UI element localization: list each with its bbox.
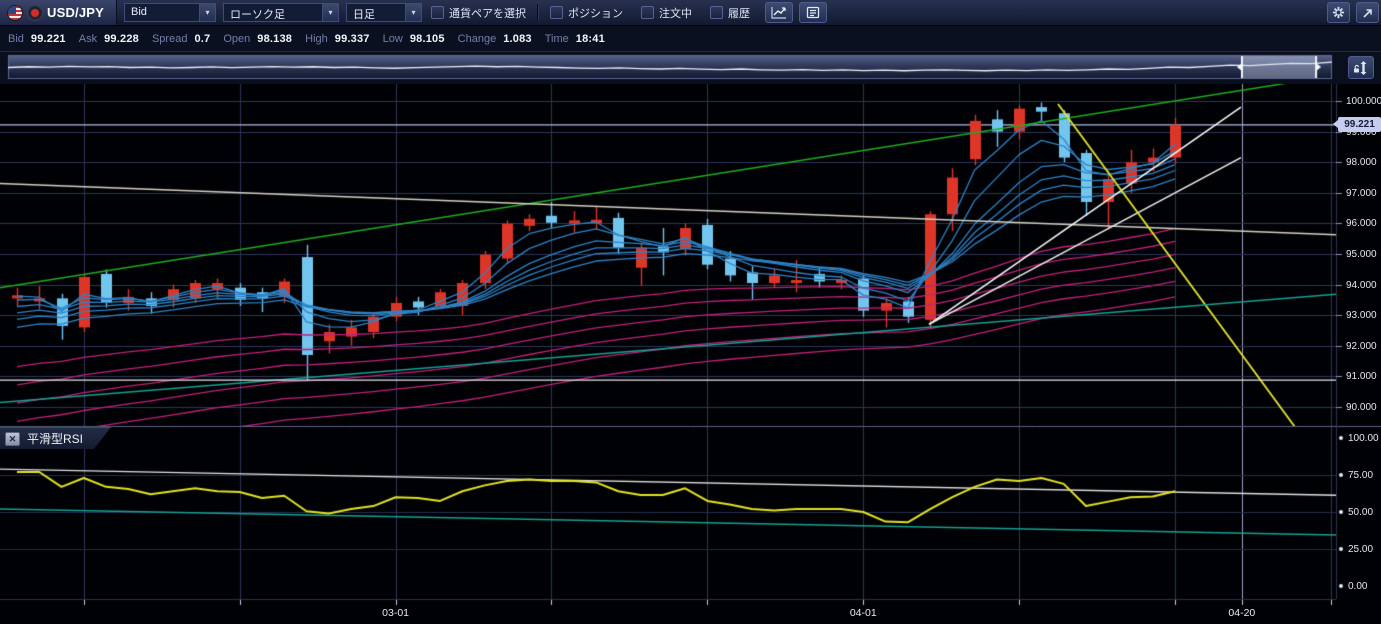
top-chrome: USD/JPY Bid ▾ ローソク足 ▾ 日足 ▾ 通貨ペアを選択 ポジション…	[0, 0, 1381, 52]
rsi-close-button[interactable]: ✕	[5, 432, 20, 446]
timeframe-dropdown[interactable]: 日足 ▾	[346, 3, 422, 22]
change-value: 1.083	[503, 33, 532, 45]
ask-value: 99.228	[104, 33, 139, 45]
chart-type-dropdown[interactable]: ローソク足 ▾	[223, 3, 339, 22]
japan-flag-icon	[27, 5, 43, 21]
rsi-panel-title: 平滑型RSI	[27, 430, 83, 447]
pair-label: USD/JPY	[47, 5, 104, 20]
settings-button[interactable]	[1327, 2, 1350, 23]
price-chart-canvas[interactable]	[0, 0, 1381, 624]
chart-annotate-icon	[771, 6, 787, 19]
expand-button[interactable]	[1356, 2, 1379, 23]
report-button[interactable]	[799, 2, 827, 23]
price-side-dropdown[interactable]: Bid ▾	[124, 3, 216, 22]
draw-trendline-button[interactable]	[765, 2, 793, 23]
low-value: 98.105	[410, 33, 445, 45]
chevron-down-icon[interactable]: ▾	[199, 4, 215, 21]
open-orders-checkbox[interactable]: 注文中	[632, 0, 701, 25]
gear-icon	[1332, 6, 1345, 19]
toolbar-separator	[537, 4, 539, 21]
arrow-up-right-icon	[1362, 7, 1374, 19]
checkbox-icon[interactable]	[710, 6, 723, 19]
toolbar: USD/JPY Bid ▾ ローソク足 ▾ 日足 ▾ 通貨ペアを選択 ポジション…	[0, 0, 1381, 26]
currency-pair-button[interactable]: USD/JPY	[0, 0, 117, 25]
chevron-down-icon[interactable]: ▾	[322, 4, 338, 21]
time-value: 18:41	[576, 33, 605, 45]
history-checkbox[interactable]: 履歴	[701, 0, 759, 25]
select-pair-checkbox[interactable]: 通貨ペアを選択	[422, 0, 535, 25]
checkbox-icon[interactable]	[550, 6, 563, 19]
bid-value: 99.221	[31, 33, 66, 45]
chevron-down-icon[interactable]: ▾	[405, 4, 421, 21]
checkbox-icon[interactable]	[431, 6, 444, 19]
navigator-zoom-lock-button[interactable]	[1348, 56, 1374, 79]
quote-bar: Bid99.221 Ask99.228 Spread0.7 Open98.138…	[0, 26, 1381, 52]
report-icon	[806, 6, 820, 19]
open-value: 98.138	[257, 33, 292, 45]
spread-value: 0.7	[194, 33, 210, 45]
us-flag-icon	[7, 5, 23, 21]
high-value: 99.337	[335, 33, 370, 45]
toolbar-spacer	[827, 0, 1321, 25]
positions-checkbox[interactable]: ポジション	[541, 0, 632, 25]
lock-resize-icon	[1353, 60, 1369, 76]
navigator-strip[interactable]	[8, 55, 1332, 79]
checkbox-icon[interactable]	[641, 6, 654, 19]
rsi-panel-tab: ✕ 平滑型RSI	[0, 427, 111, 449]
